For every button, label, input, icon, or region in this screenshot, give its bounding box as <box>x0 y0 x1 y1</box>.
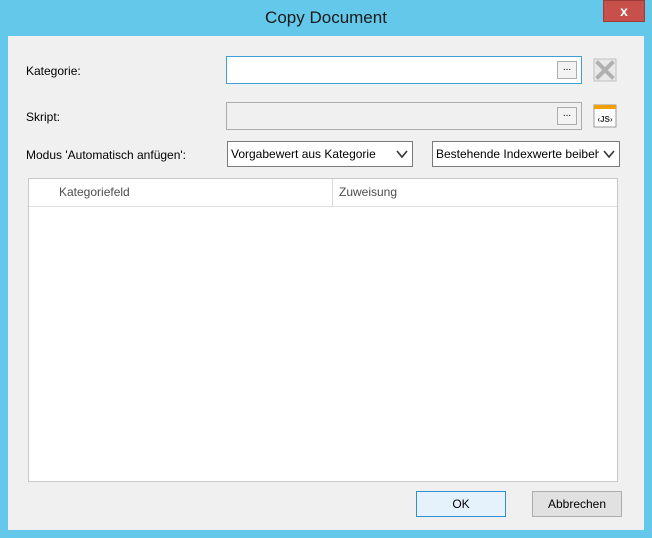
dialog-body: Kategorie: ... Skript: ... ‹JS› Modus 'A… <box>8 36 644 530</box>
column-header-category-field[interactable]: Kategoriefeld <box>29 179 333 206</box>
category-label: Kategorie: <box>26 64 81 78</box>
mode-select-existing[interactable]: Bestehende Indexwerte beibehalten <box>432 141 620 167</box>
cancel-button[interactable]: Abbrechen <box>532 491 622 517</box>
script-label: Skript: <box>26 110 61 124</box>
mode-select-default-value: Vorgabewert aus Kategorie <box>231 147 376 161</box>
svg-text:‹JS›: ‹JS› <box>597 115 612 124</box>
script-edit-button[interactable]: ‹JS› <box>592 103 618 129</box>
js-script-icon: ‹JS› <box>593 104 617 128</box>
assignment-grid[interactable]: Kategoriefeld Zuweisung <box>28 178 618 482</box>
mode-select-default[interactable]: Vorgabewert aus Kategorie <box>227 141 413 167</box>
mode-label: Modus 'Automatisch anfügen': <box>26 148 187 162</box>
ok-button[interactable]: OK <box>416 491 506 517</box>
title-bar: Copy Document x <box>0 0 652 36</box>
chevron-down-icon <box>603 150 615 159</box>
clear-category-button[interactable] <box>592 57 618 83</box>
close-icon: x <box>620 3 628 19</box>
window-title: Copy Document <box>265 8 387 27</box>
script-field[interactable]: ... <box>226 102 582 130</box>
category-field[interactable]: ... <box>226 56 582 84</box>
column-header-assignment[interactable]: Zuweisung <box>333 179 617 206</box>
grid-header: Kategoriefeld Zuweisung <box>29 179 617 207</box>
chevron-down-icon <box>396 150 408 159</box>
category-browse-button[interactable]: ... <box>557 61 577 79</box>
mode-select-existing-value: Bestehende Indexwerte beibehalten <box>436 147 599 161</box>
x-icon <box>593 58 617 82</box>
script-browse-button[interactable]: ... <box>557 107 577 125</box>
close-button[interactable]: x <box>603 0 645 22</box>
